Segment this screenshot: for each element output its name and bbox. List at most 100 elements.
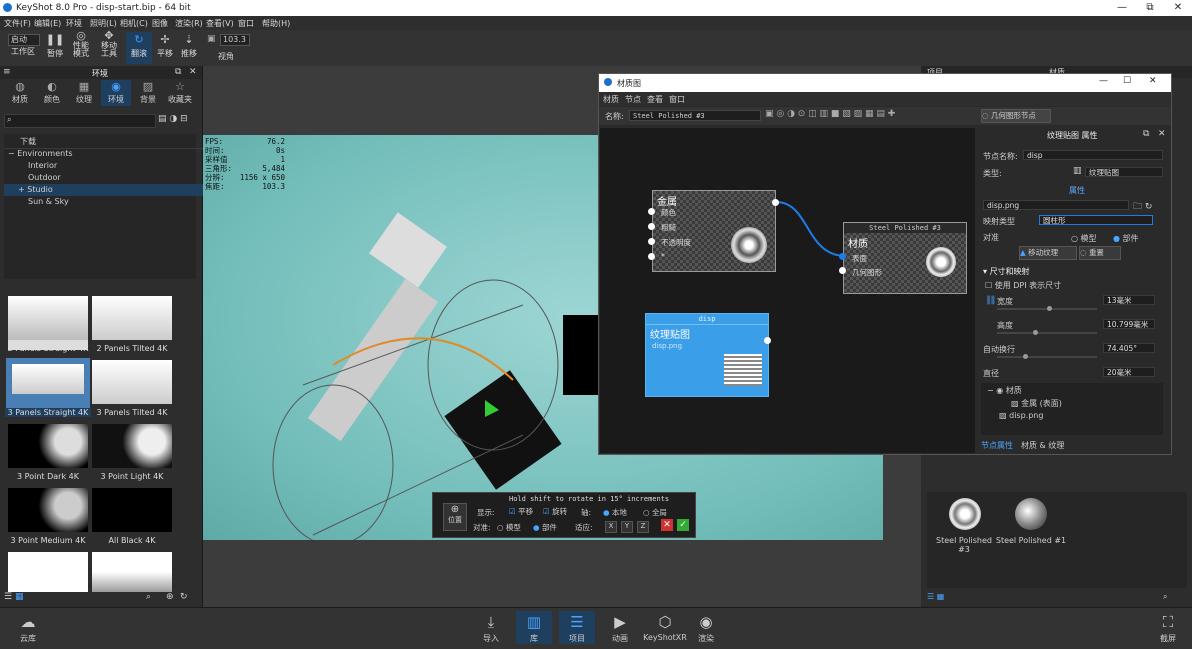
tree-item-sun-sky[interactable]: Sun & Sky [4, 196, 223, 208]
menu-camera[interactable]: 相机(C) [120, 18, 148, 29]
confirm-move-icon[interactable]: ✓ [677, 519, 689, 531]
thumbnail-3-panels-straight-selected[interactable] [6, 358, 90, 410]
render-button[interactable]: ◉ 渲染 [688, 611, 724, 644]
material-thumbnail-steel-3[interactable] [949, 498, 981, 530]
minimize-button[interactable]: — [1108, 1, 1136, 15]
grid-view-icon[interactable]: ▦ [15, 592, 24, 602]
texture-file-input[interactable]: disp.png [983, 200, 1129, 210]
port-geometry-in[interactable] [839, 267, 846, 274]
size-mapping-section[interactable]: ▾ 尺寸和映射 [983, 266, 1030, 277]
undock-icon[interactable]: ⧉ [175, 67, 181, 77]
maximize-icon[interactable]: ☐ [1123, 76, 1131, 86]
tab-favorites[interactable]: ☆ 收藏夹 [165, 80, 195, 105]
link-icon[interactable]: ⛓ [985, 296, 996, 306]
menu-environment[interactable]: 环境 [66, 18, 82, 29]
undock-icon[interactable]: ⧉ [1143, 129, 1149, 139]
performance-mode-button[interactable]: ◎ 性能 模式 [68, 30, 94, 58]
menu-edit[interactable]: 编辑(E) [34, 18, 61, 29]
menu-help[interactable]: 帮助(H) [262, 18, 290, 29]
menu-render[interactable]: 渲染(R) [175, 18, 203, 29]
slider-knob[interactable] [1033, 330, 1038, 335]
material-thumbnail-steel-1[interactable] [1015, 498, 1047, 530]
menu-view[interactable]: 查看 [647, 94, 663, 105]
node-metal[interactable]: 金属 颜色 粗糙 不透明度 * [652, 190, 776, 272]
cancel-move-icon[interactable]: ✕ [661, 519, 673, 531]
port-surface-in[interactable] [839, 253, 846, 260]
menu-material[interactable]: 材质 [603, 94, 619, 105]
pause-button[interactable]: ❚❚ 暂停 [42, 32, 68, 59]
list-view-icon[interactable]: ☰ [4, 592, 12, 602]
thumbnail-2-panels-straight[interactable] [8, 296, 88, 350]
height-slider[interactable] [997, 330, 1097, 335]
tree-item-material[interactable]: − ◉ 材质 [987, 385, 1022, 396]
tab-material-texture[interactable]: 材质 & 纹理 [1021, 440, 1064, 451]
tab-attributes[interactable]: 属性 [1069, 185, 1085, 196]
dolly-button[interactable]: ⇣ 推移 [176, 32, 202, 59]
close-icon[interactable]: ✕ [1158, 129, 1166, 139]
port-color-in[interactable] [648, 208, 655, 215]
node-name-input[interactable]: disp [1023, 150, 1163, 160]
tree-item-texture[interactable]: ▨ disp.png [999, 411, 1043, 420]
tree-item-environments[interactable]: − Environments [4, 148, 203, 160]
part-radio[interactable]: ● 部件 [1113, 233, 1139, 244]
model-radio[interactable]: ○ 模型 [497, 522, 521, 533]
add-icon[interactable]: ⊕ [166, 592, 174, 602]
part-radio[interactable]: ● 部件 [533, 522, 557, 533]
node-material-output[interactable]: Steel Polished #3 材质 表面 几何图形 [843, 222, 967, 294]
thumbnail-3-point-medium[interactable] [8, 488, 88, 532]
zoom-icon[interactable]: ⌕ [1163, 592, 1167, 602]
menu-view[interactable]: 查看(V) [206, 18, 234, 29]
auto-wrap-slider[interactable] [997, 354, 1097, 359]
reset-texture-button[interactable]: ◌ 重置 [1079, 246, 1121, 260]
tree-item-metal[interactable]: ▨ 金属 (表面) [1011, 398, 1062, 409]
menu-node[interactable]: 节点 [625, 94, 641, 105]
tab-node-properties[interactable]: 节点属性 [981, 440, 1013, 451]
workspace-button[interactable]: 工作区 [10, 46, 36, 57]
menu-window[interactable]: 窗口 [238, 18, 254, 29]
close-button[interactable]: ✕ [1164, 1, 1192, 15]
menu-file[interactable]: 文件(F) [4, 18, 31, 29]
import-button[interactable]: ⤓ 导入 [473, 611, 509, 644]
thumbnail-3-panels-tilted[interactable] [92, 360, 172, 404]
tab-textures[interactable]: ▦ 纹理 [69, 80, 99, 105]
node-texture-map[interactable]: disp 纹理贴图 disp.png [645, 313, 769, 397]
slider-knob[interactable] [1047, 306, 1052, 311]
thumbnail-3-point-light[interactable] [92, 424, 172, 468]
geometry-node-button[interactable]: ◌ 几何图形节点 [981, 109, 1051, 123]
cloud-library-button[interactable]: ☁ 云库 [10, 611, 46, 644]
startup-dropdown[interactable]: 启动 [8, 34, 40, 46]
width-input[interactable]: 13毫米 [1103, 295, 1155, 305]
width-slider[interactable] [997, 306, 1097, 311]
move-tool-button[interactable]: ✥ 移动 工具 [96, 30, 122, 58]
slider-knob[interactable] [1023, 354, 1028, 359]
thumbnail-3-point-dark[interactable] [8, 424, 88, 468]
view-options-icon[interactable]: ▤ ◑ ⊟ [158, 114, 188, 124]
animation-button[interactable]: ▶ 动画 [602, 611, 638, 644]
zoom-icon[interactable]: ⌕ [146, 592, 151, 602]
panel-close-icon[interactable]: ✕ [189, 67, 197, 77]
thumbnail-2-panels-tilted[interactable] [92, 296, 172, 340]
material-name-input[interactable]: Steel Polished #3 [629, 110, 761, 121]
pan-button[interactable]: ✢ 平移 [152, 32, 178, 59]
port-texture-out[interactable] [764, 337, 771, 344]
move-texture-button[interactable]: ▲ 移动纹理 [1019, 246, 1077, 260]
local-radio[interactable]: ● 本地 [603, 507, 627, 518]
menu-lighting[interactable]: 照明(L) [90, 18, 117, 29]
global-radio[interactable]: ○ 全局 [643, 507, 667, 518]
library-search-input[interactable]: ⌕ [4, 114, 156, 128]
thumbnail-gradient[interactable] [92, 552, 172, 592]
library-button[interactable]: ▥ 库 [516, 611, 552, 644]
mapping-type-dropdown[interactable]: 圆柱形 [1039, 215, 1153, 225]
model-radio[interactable]: ○ 模型 [1071, 233, 1097, 244]
tumble-button[interactable]: ↻ 翻滚 [126, 32, 152, 64]
tree-item-studio[interactable]: + Studio [4, 184, 213, 196]
thumbnail-all-black[interactable] [92, 488, 172, 532]
tab-colors[interactable]: ◐ 颜色 [37, 80, 67, 105]
panel-menu-icon[interactable]: ≡ [3, 67, 11, 77]
minimize-icon[interactable]: — [1099, 76, 1108, 86]
tree-item-outdoor[interactable]: Outdoor [4, 172, 223, 184]
fov-input[interactable]: 103.3 [220, 34, 250, 46]
project-button[interactable]: ☰ 项目 [559, 611, 595, 644]
tab-backplates[interactable]: ▨ 背景 [133, 80, 163, 105]
rotate-checkbox[interactable]: ☑ 旋转 [543, 506, 567, 517]
